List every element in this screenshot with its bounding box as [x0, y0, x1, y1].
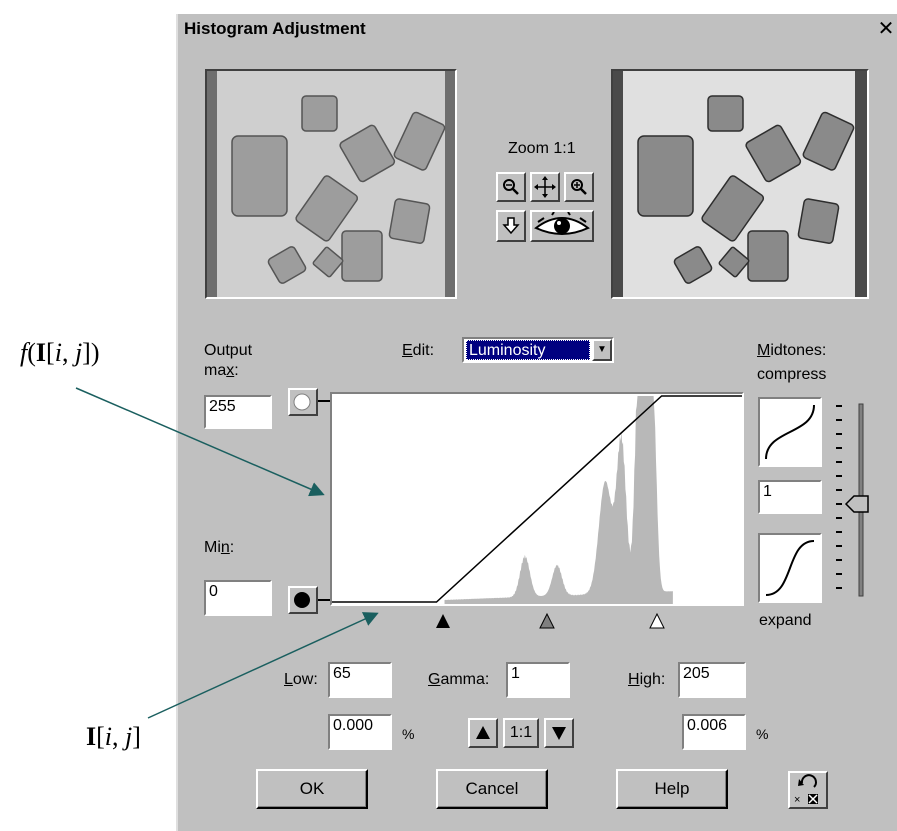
- input-annotation-arrow: [147, 612, 379, 719]
- output-annotation-arrow: [75, 387, 325, 497]
- annotation-arrows: [75, 387, 379, 719]
